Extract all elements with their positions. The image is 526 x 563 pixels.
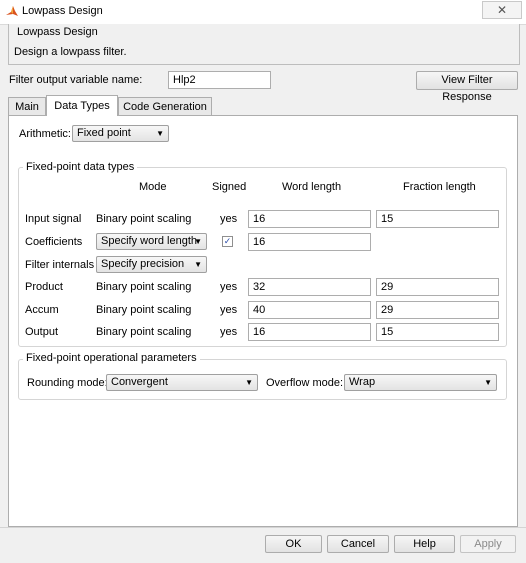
chevron-down-icon: ▼ xyxy=(156,129,164,138)
col-fraction-header: Fraction length xyxy=(403,181,476,193)
tab-data-types[interactable]: Data Types xyxy=(46,95,118,116)
filter-internals-value: Specify precision xyxy=(101,258,185,270)
col-signed-header: Signed xyxy=(212,181,247,193)
fixed-point-group-title: Fixed-point data types xyxy=(23,161,138,173)
header-group-title: Lowpass Design xyxy=(14,26,101,38)
row-label: Filter internals xyxy=(25,259,95,271)
word-length-field[interactable]: 16 xyxy=(248,323,371,341)
chevron-down-icon: ▼ xyxy=(484,378,492,387)
rounding-value: Convergent xyxy=(111,376,168,388)
word-length-field[interactable]: 16 xyxy=(248,210,371,228)
fraction-length-field[interactable]: 15 xyxy=(376,210,499,228)
operational-group-title: Fixed-point operational parameters xyxy=(23,352,200,364)
overflow-value: Wrap xyxy=(349,376,376,388)
fraction-length-value: 15 xyxy=(381,326,394,338)
filter-internals-select[interactable]: Specify precision ▼ xyxy=(96,256,207,273)
output-var-field[interactable]: Hlp2 xyxy=(168,71,271,89)
row-label: Coefficients xyxy=(25,236,83,248)
row-signed: yes xyxy=(220,304,238,316)
ok-button[interactable]: OK xyxy=(265,535,322,553)
close-button[interactable]: ✕ xyxy=(482,1,522,19)
tab-main[interactable]: Main xyxy=(8,97,46,116)
col-word-header: Word length xyxy=(282,181,342,193)
tab-code-generation[interactable]: Code Generation xyxy=(118,97,212,116)
arithmetic-value: Fixed point xyxy=(77,127,131,139)
cancel-button[interactable]: Cancel xyxy=(327,535,389,553)
fraction-length-value: 29 xyxy=(381,304,394,316)
close-icon: ✕ xyxy=(496,3,508,17)
overflow-select[interactable]: Wrap ▼ xyxy=(344,374,497,391)
help-button[interactable]: Help xyxy=(394,535,455,553)
output-var-value: Hlp2 xyxy=(173,74,196,86)
word-length-value: 40 xyxy=(253,304,266,316)
output-var-label: Filter output variable name: xyxy=(9,74,143,86)
fraction-length-field[interactable]: 29 xyxy=(376,301,499,319)
fixed-point-group xyxy=(18,167,507,347)
overflow-label: Overflow mode: xyxy=(266,377,344,389)
rounding-label: Rounding mode: xyxy=(27,377,108,389)
word-length-value: 16 xyxy=(253,326,266,338)
row-signed: yes xyxy=(220,326,238,338)
word-length-field[interactable]: 40 xyxy=(248,301,371,319)
row-label: Output xyxy=(25,326,59,338)
coefficients-mode-select[interactable]: Specify word length ▼ xyxy=(96,233,207,250)
view-filter-response-button[interactable]: View Filter Response xyxy=(416,71,518,103)
title-bar: Lowpass Design ✕ xyxy=(0,0,526,25)
word-length-field[interactable]: 32 xyxy=(248,278,371,296)
word-length-value: 16 xyxy=(253,213,266,225)
rounding-select[interactable]: Convergent ▼ xyxy=(106,374,258,391)
coefficients-signed-checkbox[interactable]: ✓ xyxy=(222,236,233,247)
chevron-down-icon: ▼ xyxy=(194,237,202,246)
row-signed: yes xyxy=(220,281,238,293)
row-mode: Binary point scaling xyxy=(96,213,192,225)
coefficients-mode-value: Specify word length xyxy=(101,235,197,247)
fraction-length-field[interactable]: 15 xyxy=(376,323,499,341)
fraction-length-value: 29 xyxy=(381,281,394,293)
window-title: Lowpass Design xyxy=(22,5,103,17)
arithmetic-label: Arithmetic: xyxy=(19,128,71,140)
apply-button[interactable]: Apply xyxy=(460,535,516,553)
arithmetic-select[interactable]: Fixed point ▼ xyxy=(72,125,169,142)
header-description: Design a lowpass filter. xyxy=(14,46,127,58)
chevron-down-icon: ▼ xyxy=(194,260,202,269)
word-length-value: 32 xyxy=(253,281,266,293)
row-mode: Binary point scaling xyxy=(96,326,192,338)
row-label: Accum xyxy=(25,304,59,316)
matlab-logo-icon xyxy=(6,6,18,16)
col-mode-header: Mode xyxy=(139,181,167,193)
row-signed: yes xyxy=(220,213,238,225)
fraction-length-value: 15 xyxy=(381,213,394,225)
row-mode: Binary point scaling xyxy=(96,304,192,316)
row-mode: Binary point scaling xyxy=(96,281,192,293)
row-label: Input signal xyxy=(25,213,82,225)
fraction-length-field[interactable]: 29 xyxy=(376,278,499,296)
word-length-field[interactable]: 16 xyxy=(248,233,371,251)
row-label: Product xyxy=(25,281,63,293)
word-length-value: 16 xyxy=(253,236,266,248)
chevron-down-icon: ▼ xyxy=(245,378,253,387)
